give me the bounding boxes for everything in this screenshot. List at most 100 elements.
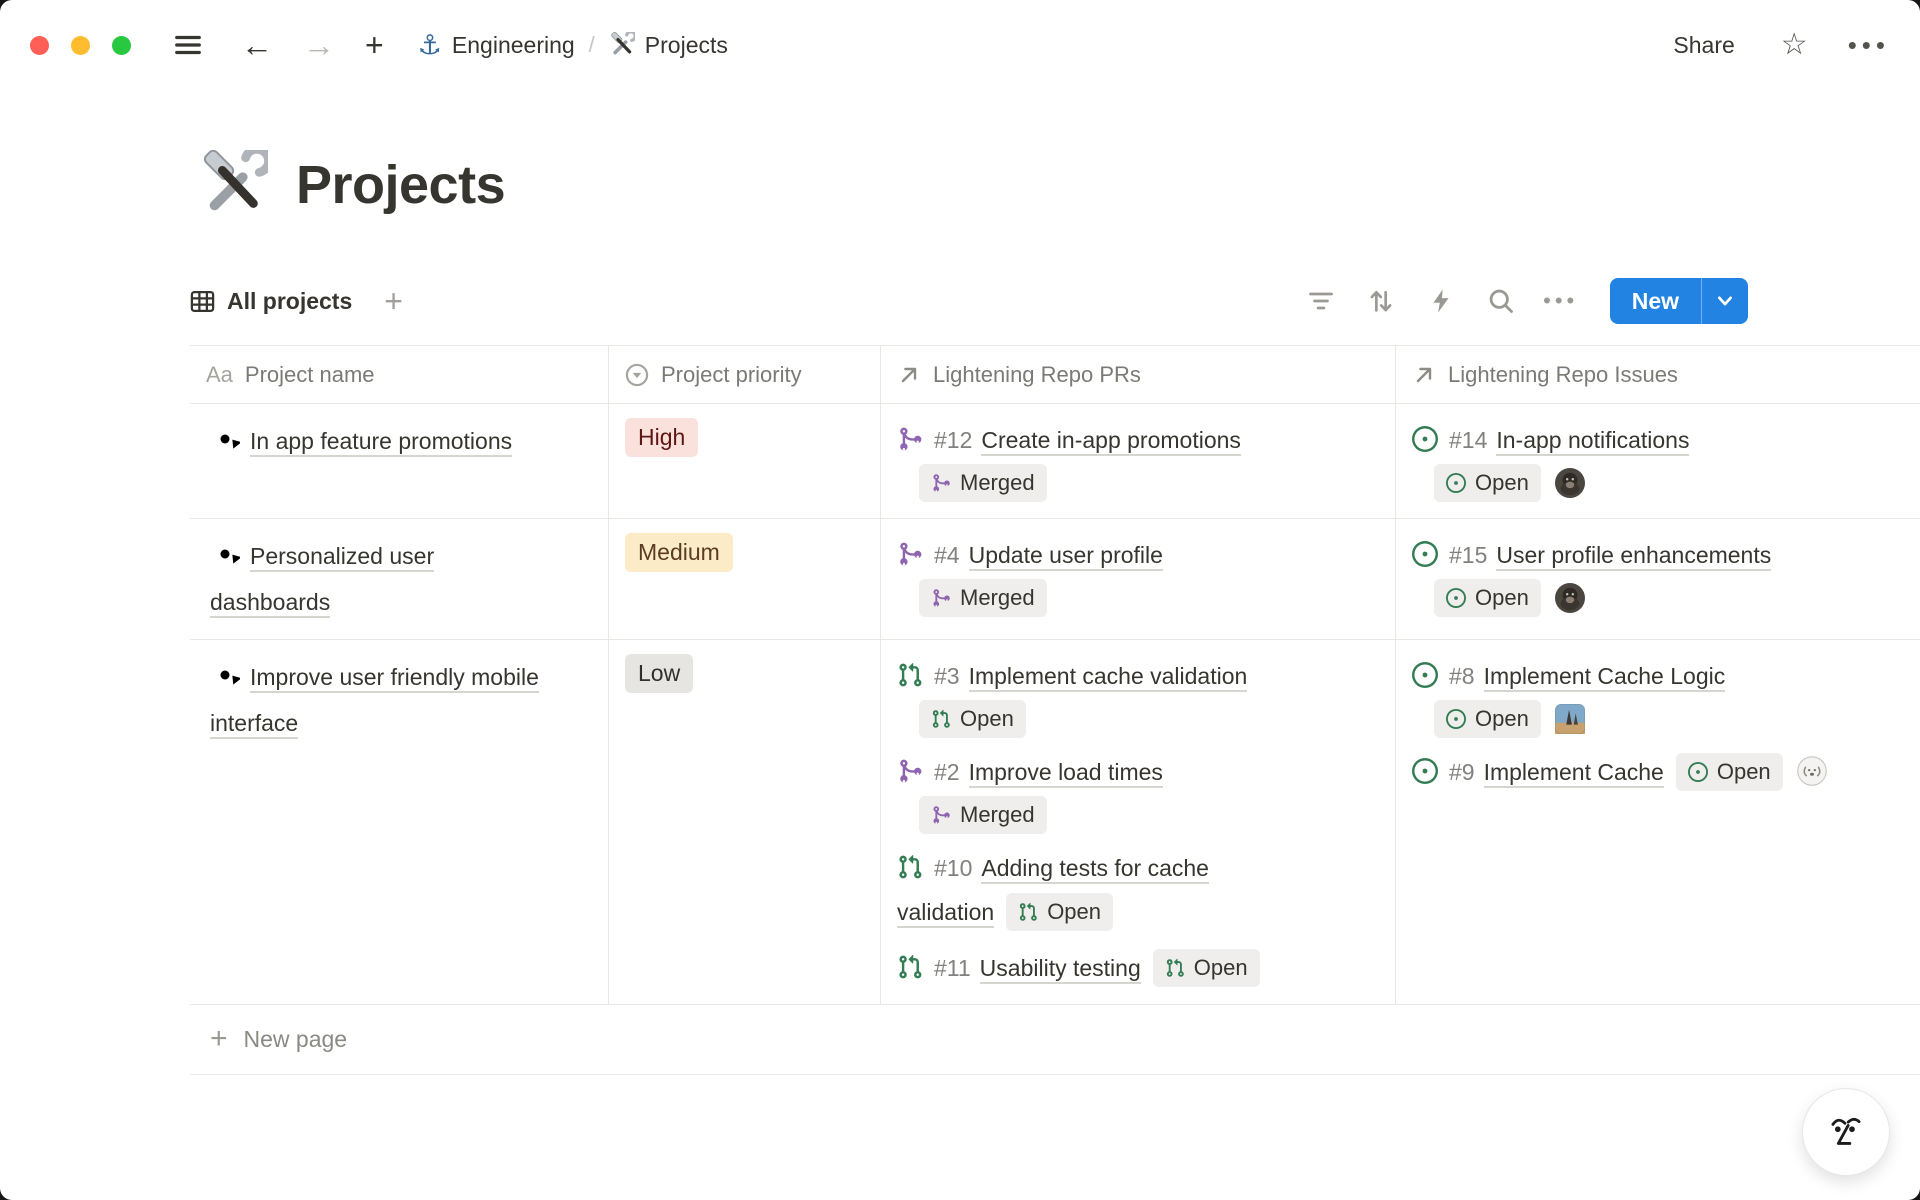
issue-link[interactable]: In-app notifications [1496,427,1689,456]
pr-link[interactable]: Improve load times [969,759,1163,788]
project-name-link[interactable]: In app feature promotions [250,428,512,457]
pr-number: #3 [934,663,960,689]
pr-entry: #2Improve load timesMerged [897,750,1305,834]
close-window-button[interactable] [30,36,49,55]
repo-issues-cell[interactable]: #15 User profile enhancements Open [1396,519,1920,639]
column-header-label: Lightening Repo PRs [933,362,1141,388]
pr-link[interactable]: Implement cache validation [969,663,1248,692]
status-badge-label: Open [960,703,1014,735]
project-name-link[interactable]: Personalized user dashboards [210,543,434,618]
repo-issues-cell[interactable]: #14In-app notificationsOpen [1396,404,1920,518]
sort-button[interactable] [1358,278,1404,324]
project-name-cell[interactable]: Personalized user dashboards [190,519,609,639]
repo-issues-cell[interactable]: #8Implement Cache LogicOpen#9Implement C… [1396,640,1920,1004]
view-options-button[interactable]: ••• [1538,278,1584,324]
table-header-row: Aa Project name Project priority Lighten… [190,346,1920,404]
app-window: ← → + ⚓ Engineering / Projects Share ☆ •… [0,0,1920,1200]
search-button[interactable] [1478,278,1524,324]
hammer-wrench-icon[interactable] [198,150,268,220]
repo-prs-cell[interactable]: #4 Update user profile Merged [881,519,1396,639]
status-line: Open [1412,700,1830,738]
back-icon[interactable]: ← [241,29,273,61]
notion-ai-face-icon [1822,1108,1870,1156]
more-icon[interactable]: ••• [1848,32,1890,58]
project-name-cell[interactable]: Improve user friendly mobile interface [190,640,609,1004]
issue-link[interactable]: User profile enhancements [1496,542,1771,571]
page-title[interactable]: Projects [296,154,505,216]
breadcrumb-label: Projects [645,32,728,59]
issue-link[interactable]: Implement Cache [1484,759,1664,788]
zoom-window-button[interactable] [112,36,131,55]
git-merge-icon [931,473,951,493]
column-header-project-priority[interactable]: Project priority [609,346,881,403]
issue-open-icon [1412,426,1438,452]
priority-badge: High [625,418,698,457]
sidebar-menu-icon[interactable] [165,22,211,68]
pr-link[interactable]: Usability testing [980,955,1141,984]
notion-ai-button[interactable] [1802,1088,1890,1176]
repo-prs-cell[interactable]: #12Create in-app promotionsMerged [881,404,1396,518]
status-badge: Merged [919,579,1047,617]
more-icon: ••• [1543,288,1578,314]
new-dropdown-button[interactable] [1702,278,1748,324]
pr-entry: #12Create in-app promotionsMerged [897,418,1305,502]
project-priority-cell[interactable]: High [609,404,881,518]
new-tab-icon[interactable]: + [365,29,384,61]
pr-entry: #4 Update user profile Merged [897,533,1305,617]
git-merge-icon [897,758,923,784]
issue-entry: #8 Implement Cache Logic Open [1412,654,1830,738]
column-header-repo-prs[interactable]: Lightening Repo PRs [881,346,1396,403]
status-badge-label: Open [1194,952,1248,984]
repo-prs-cell[interactable]: #3 Implement cache validation Open #2Improv… [881,640,1396,1004]
new-button-label[interactable]: New [1610,278,1701,324]
pr-number: #4 [934,542,960,568]
new-button[interactable]: New [1610,278,1748,324]
git-merge-icon [931,805,951,825]
filter-button[interactable] [1298,278,1344,324]
pr-link[interactable]: Create in-app promotions [981,427,1241,456]
status-badge: Open [1434,464,1541,502]
project-priority-cell[interactable]: Low [609,640,881,1004]
new-page-button[interactable]: + New page [190,1005,1920,1075]
projects-table: Aa Project name Project priority Lighten… [190,345,1920,1075]
breadcrumb-item-engineering[interactable]: ⚓ Engineering [418,32,575,59]
issue-open-icon [1446,709,1466,729]
tab-all-projects[interactable]: All projects [190,288,352,315]
git-pr-icon [931,709,951,729]
project-name-cell[interactable]: In app feature promotions [190,404,609,518]
forward-icon[interactable]: → [303,29,335,61]
add-view-button[interactable]: + [378,284,409,318]
favorite-star-icon[interactable]: ☆ [1781,30,1808,60]
issue-open-icon [1412,662,1438,688]
anchor-icon: ⚓ [418,32,442,59]
status-badge: Merged [919,464,1047,502]
pr-link[interactable]: Update user profile [969,542,1163,571]
status-line: Merged [897,464,1305,502]
automation-button[interactable] [1418,278,1464,324]
minimize-window-button[interactable] [71,36,90,55]
breadcrumb-item-projects[interactable]: Projects [609,32,728,59]
breadcrumb-label: Engineering [452,32,575,59]
issue-entry: #15 User profile enhancements Open [1412,533,1830,617]
traffic-lights [30,36,131,55]
project-priority-cell[interactable]: Medium [609,519,881,639]
column-header-project-name[interactable]: Aa Project name [190,346,609,403]
status-badge-label: Open [1717,756,1771,788]
share-button[interactable]: Share [1667,31,1740,60]
git-pr-icon [897,854,923,880]
status-badge-label: Open [1475,582,1529,614]
status-line: Open [897,700,1305,738]
status-badge: Open [1153,949,1260,987]
dog-avatar [1797,756,1827,786]
project-name-link[interactable]: Improve user friendly mobile interface [210,664,539,739]
issue-number: #8 [1449,663,1475,689]
new-page-label: New page [244,1026,348,1053]
gorilla-avatar [1555,468,1585,498]
column-header-repo-issues[interactable]: Lightening Repo Issues [1396,346,1920,403]
priority-badge: Low [625,654,693,693]
issue-link[interactable]: Implement Cache Logic [1484,663,1726,692]
issue-open-icon [1446,473,1466,493]
status-badge: Open [1006,893,1113,931]
issue-number: #15 [1449,542,1487,568]
table-row: Improve user friendly mobile interface Lo… [190,640,1920,1005]
